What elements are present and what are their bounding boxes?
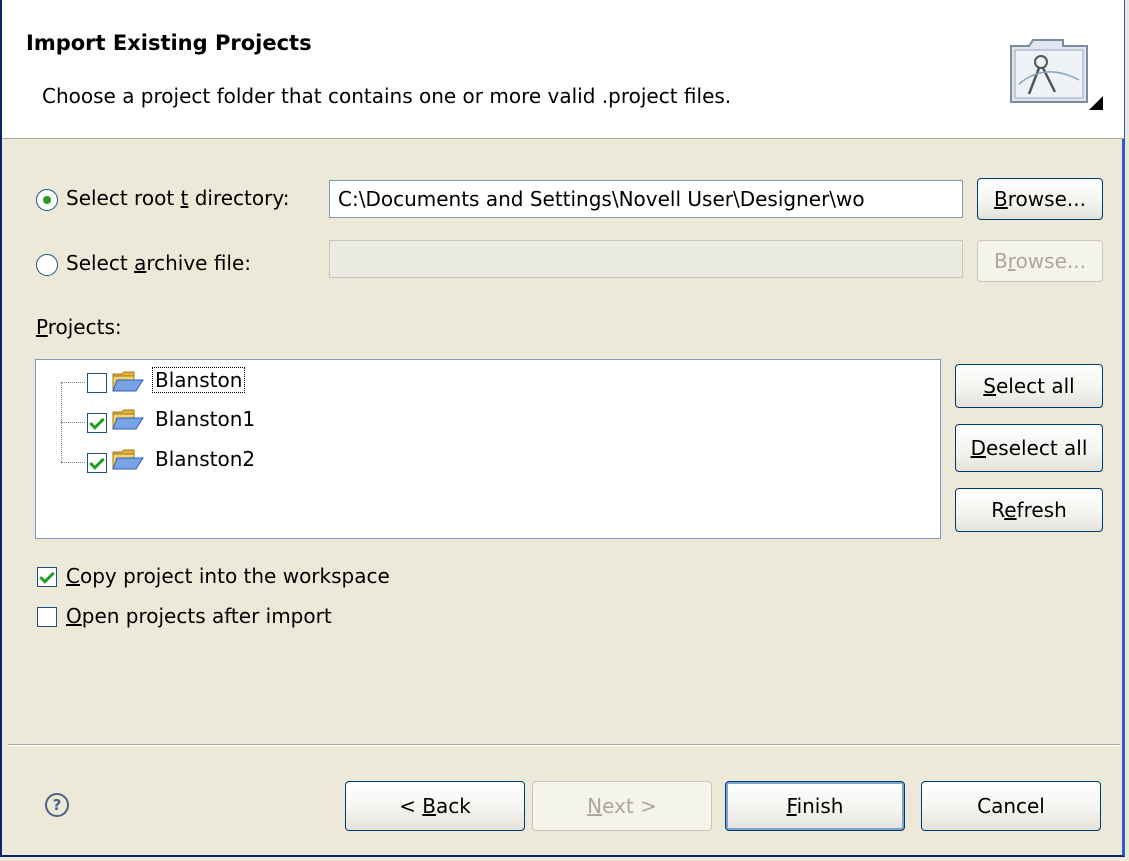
deselect-all-mnemonic: D — [970, 436, 986, 460]
next-mnemonic: N — [587, 794, 603, 818]
browse-archive-label-a: B — [994, 249, 1008, 273]
finish-label: inish — [796, 794, 844, 818]
browse-root-mnemonic: B — [994, 187, 1008, 211]
project-name: Blanston1 — [155, 407, 256, 431]
cancel-label: Cancel — [977, 794, 1045, 818]
title-banner: Import Existing Projects Choose a projec… — [2, 0, 1124, 139]
open-folder-icon — [112, 449, 144, 470]
finish-mnemonic: F — [786, 794, 797, 818]
deselect-all-label: eselect all — [985, 436, 1088, 460]
archive-file-field — [329, 240, 963, 278]
back-label-b: ack — [436, 794, 471, 818]
project-checkbox[interactable] — [87, 373, 107, 393]
cancel-button[interactable]: Cancel — [921, 781, 1101, 831]
footer-separator — [8, 744, 1120, 746]
next-button: Next > — [532, 781, 712, 831]
copy-into-workspace-label[interactable]: Copy project into the workspace — [66, 564, 390, 588]
root-directory-label[interactable]: Select root t directory: — [66, 186, 289, 210]
open-folder-icon — [112, 409, 144, 430]
select-all-label: elect all — [995, 374, 1075, 398]
open-mnemonic: O — [66, 604, 82, 628]
root-directory-label-b: directory: — [188, 186, 290, 210]
back-mnemonic: B — [422, 794, 436, 818]
archive-file-radio[interactable] — [36, 254, 58, 276]
projects-label: Projects: — [36, 315, 122, 339]
browse-root-label: rowse... — [1007, 187, 1086, 211]
deselect-all-button[interactable]: Deselect all — [955, 424, 1103, 472]
select-all-mnemonic: S — [983, 374, 996, 398]
project-checkbox[interactable] — [87, 453, 107, 473]
next-label: ext > — [602, 794, 657, 818]
browse-archive-button: Browse... — [977, 240, 1103, 282]
projects-label-mnemonic: P — [36, 315, 48, 339]
project-name: Blanston — [151, 367, 246, 393]
refresh-mnemonic: e — [1004, 498, 1017, 522]
root-directory-radio[interactable] — [36, 189, 58, 211]
refresh-button[interactable]: Refresh — [955, 488, 1103, 532]
import-wizard-icon — [1010, 39, 1103, 110]
tree-connector — [61, 462, 85, 463]
archive-file-label-mnemonic: a — [134, 251, 147, 275]
copy-mnemonic: C — [66, 564, 80, 588]
copy-into-workspace-checkbox[interactable] — [37, 567, 57, 587]
root-directory-label-a: Select root — [66, 186, 181, 210]
open-label-text: pen projects after import — [81, 604, 332, 628]
archive-file-label-b: rchive file: — [146, 251, 252, 275]
project-name: Blanston2 — [155, 447, 256, 471]
root-directory-field[interactable]: C:\Documents and Settings\Novell User\De… — [329, 180, 963, 218]
browse-archive-label-b: owse... — [1015, 249, 1086, 273]
finish-button[interactable]: Finish — [725, 781, 905, 831]
projects-label-text: rojects: — [47, 315, 122, 339]
back-button[interactable]: < Back — [345, 781, 525, 831]
refresh-label-b: fresh — [1016, 498, 1067, 522]
browse-root-button[interactable]: Browse... — [977, 178, 1103, 220]
select-all-button[interactable]: Select all — [955, 364, 1103, 408]
copy-label-text: opy project into the workspace — [79, 564, 390, 588]
browse-archive-mnemonic: r — [1007, 249, 1016, 273]
open-folder-icon — [112, 371, 144, 392]
open-after-import-label[interactable]: Open projects after import — [66, 604, 332, 628]
archive-file-label-a: Select — [66, 251, 135, 275]
archive-file-label[interactable]: Select archive file: — [66, 251, 251, 275]
open-after-import-checkbox[interactable] — [37, 607, 57, 627]
projects-tree[interactable]: Blanston Blanston1 Blanston2 — [35, 359, 941, 539]
tree-connector — [61, 382, 85, 383]
page-description: Choose a project folder that contains on… — [42, 84, 732, 108]
help-icon[interactable]: ? — [45, 793, 69, 817]
refresh-label-a: R — [991, 498, 1005, 522]
project-checkbox[interactable] — [87, 413, 107, 433]
page-title: Import Existing Projects — [26, 31, 312, 55]
back-label-a: < — [399, 794, 423, 818]
tree-connector — [61, 422, 85, 423]
